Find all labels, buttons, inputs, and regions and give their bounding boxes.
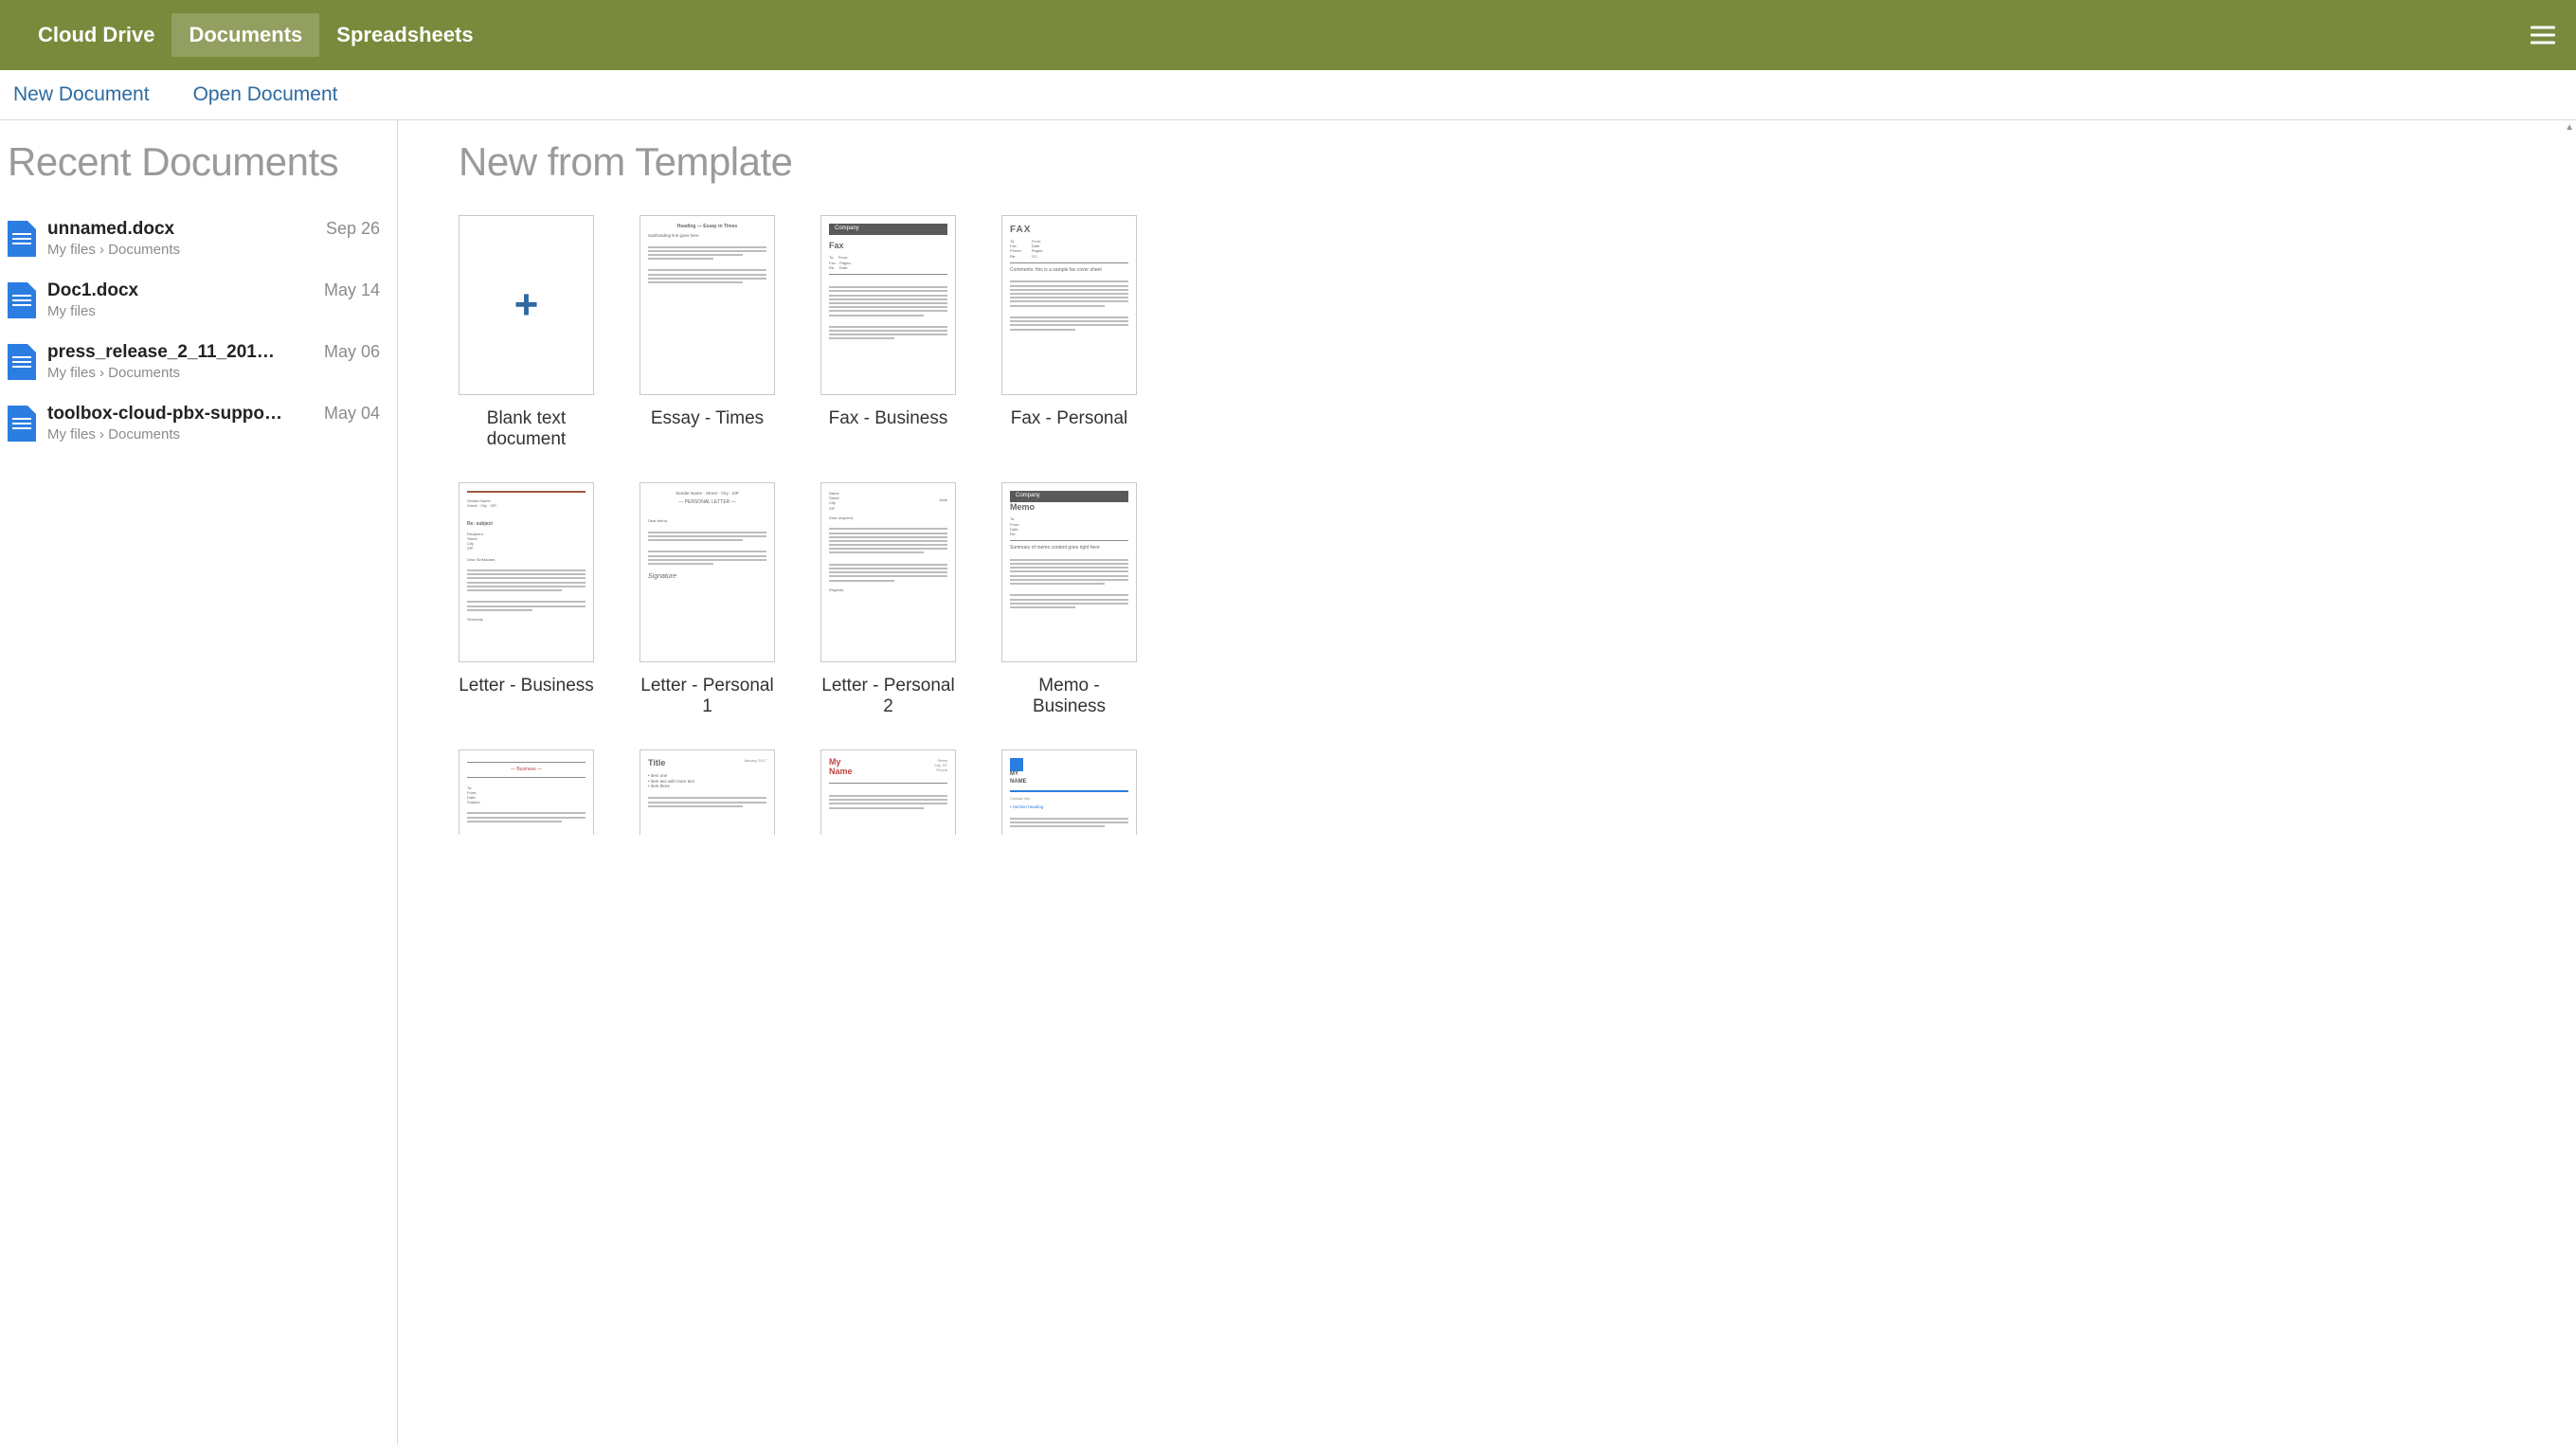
main-area: Recent Documents unnamed.docx My files ›…: [0, 120, 2576, 1445]
recent-item-date: May 06: [324, 342, 389, 362]
tab-documents[interactable]: Documents: [171, 13, 319, 57]
template-thumb: Company Fax To: From:Fax: Pages:Re: Date…: [820, 215, 956, 395]
template-label: Letter - Business: [459, 676, 594, 696]
template-thumb: +: [459, 215, 594, 395]
recent-item[interactable]: unnamed.docx My files › Documents Sep 26: [8, 211, 389, 273]
templates-heading: New from Template: [459, 139, 2557, 185]
template-label: Blank text document: [459, 408, 594, 450]
document-icon: [8, 282, 36, 318]
template-letter-personal-2[interactable]: NameStreetCityZIP Date Dear recipient, R…: [820, 482, 956, 717]
template-fax-personal[interactable]: FAX To:Fax:Phone:Re: From:Date:Pages:CC:…: [1001, 215, 1137, 450]
template-thumb: Heading — Essay in Times Subheading line…: [639, 215, 775, 395]
template-essay-times[interactable]: Heading — Essay in Times Subheading line…: [639, 215, 775, 450]
recent-item[interactable]: toolbox-cloud-pbx-supported-d… My files …: [8, 396, 389, 458]
template-thumb: — Business — To:From:Date:Subject:: [459, 750, 594, 835]
template-thumb: FAX To:Fax:Phone:Re: From:Date:Pages:CC:…: [1001, 215, 1137, 395]
template-memo-business[interactable]: Company Memo To:From:Date:Re: Summary of…: [1001, 482, 1137, 717]
template-label: Essay - Times: [639, 408, 775, 429]
action-bar: New Document Open Document: [0, 70, 2576, 120]
template-fax-business[interactable]: Company Fax To: From:Fax: Pages:Re: Date…: [820, 215, 956, 450]
tab-spreadsheets[interactable]: Spreadsheets: [319, 13, 490, 57]
recent-item-name: press_release_2_11_2016.docx: [47, 342, 284, 363]
template-thumb: Sender Name · Street · City · ZIP — PERS…: [639, 482, 775, 662]
template-partial[interactable]: MYNAME Contact info • Section heading: [1001, 750, 1137, 835]
recent-item[interactable]: Doc1.docx My files May 14: [8, 273, 389, 334]
recent-item-date: May 04: [324, 404, 389, 424]
template-thumb: Company Memo To:From:Date:Re: Summary of…: [1001, 482, 1137, 662]
template-partial[interactable]: — Business — To:From:Date:Subject:: [459, 750, 594, 835]
recent-item-path: My files › Documents: [47, 426, 313, 443]
open-document-link[interactable]: Open Document: [193, 83, 338, 106]
recent-item[interactable]: press_release_2_11_2016.docx My files › …: [8, 334, 389, 396]
recent-item-date: Sep 26: [326, 219, 389, 239]
template-letter-personal-1[interactable]: Sender Name · Street · City · ZIP — PERS…: [639, 482, 775, 717]
plus-icon: +: [514, 284, 539, 326]
template-thumb: Title January 2017 • item one• item two …: [639, 750, 775, 835]
template-label: Letter - Personal 2: [820, 676, 956, 717]
template-thumb: My Name StreetCity, STPhone: [820, 750, 956, 835]
recent-item-path: My files › Documents: [47, 242, 315, 258]
template-gallery: ▲ New from Template + Blank text documen…: [398, 120, 2576, 1445]
template-grid: + Blank text document Heading — Essay in…: [459, 215, 2557, 835]
recent-item-path: My files: [47, 303, 313, 319]
template-letter-business[interactable]: Sender NameStreet · City · ZIP Re: subje…: [459, 482, 594, 717]
template-label: Fax - Business: [820, 408, 956, 429]
scroll-up-icon[interactable]: ▲: [2565, 122, 2574, 133]
template-label: Fax - Personal: [1001, 408, 1137, 429]
tab-cloud-drive[interactable]: Cloud Drive: [21, 13, 171, 57]
recent-item-date: May 14: [324, 280, 389, 300]
recent-item-path: My files › Documents: [47, 365, 313, 381]
recent-item-name: Doc1.docx: [47, 280, 284, 301]
template-label: Memo - Business: [1001, 676, 1137, 717]
template-thumb: NameStreetCityZIP Date Dear recipient, R…: [820, 482, 956, 662]
template-thumb: MYNAME Contact info • Section heading: [1001, 750, 1137, 835]
recent-item-name: toolbox-cloud-pbx-supported-d…: [47, 404, 284, 424]
template-thumb: Sender NameStreet · City · ZIP Re: subje…: [459, 482, 594, 662]
template-blank[interactable]: + Blank text document: [459, 215, 594, 450]
document-icon: [8, 344, 36, 380]
hamburger-menu-icon[interactable]: [2531, 22, 2555, 49]
document-icon: [8, 221, 36, 257]
template-label: Letter - Personal 1: [639, 676, 775, 717]
recent-documents-panel: Recent Documents unnamed.docx My files ›…: [0, 120, 398, 1445]
recent-documents-heading: Recent Documents: [8, 139, 389, 185]
new-document-link[interactable]: New Document: [13, 83, 150, 106]
recent-item-name: unnamed.docx: [47, 219, 284, 240]
template-partial[interactable]: Title January 2017 • item one• item two …: [639, 750, 775, 835]
document-icon: [8, 406, 36, 442]
top-navbar: Cloud Drive Documents Spreadsheets: [0, 0, 2576, 70]
template-partial[interactable]: My Name StreetCity, STPhone: [820, 750, 956, 835]
